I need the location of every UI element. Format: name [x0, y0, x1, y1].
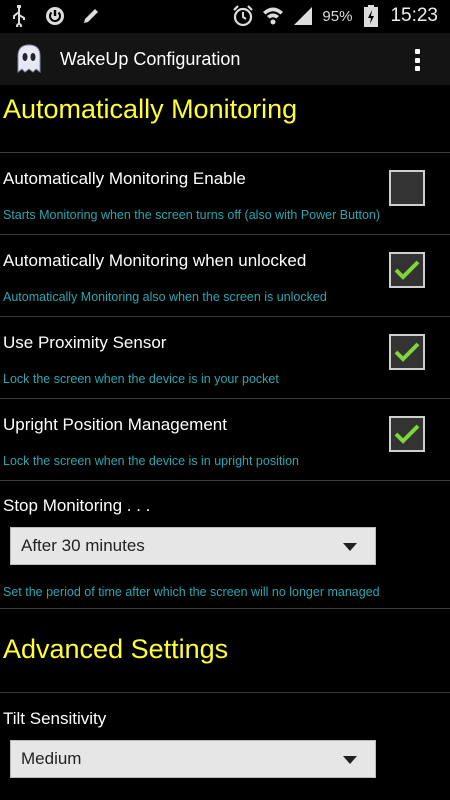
section-title-auto-monitoring: Automatically Monitoring: [3, 94, 298, 124]
check-icon: [394, 342, 420, 362]
checkbox-upright-position-management[interactable]: [389, 416, 425, 452]
dropdown-arrow-icon: [343, 756, 357, 764]
alarm-icon: [232, 4, 254, 28]
ghost-icon: [17, 44, 41, 73]
pref-summary: Lock the screen when the device is in up…: [3, 454, 300, 468]
dropdown-value: Medium: [21, 749, 82, 768]
tilt-sensitivity-dropdown[interactable]: Medium: [10, 740, 376, 778]
battery-charging-icon: [360, 4, 382, 28]
checkbox-auto-monitoring-enable[interactable]: [389, 170, 425, 206]
power-icon: [44, 4, 66, 28]
usb-icon: [8, 4, 30, 28]
pref-title: Automatically Monitoring Enable: [3, 169, 246, 188]
pencil-icon: [80, 4, 102, 28]
dropdown-value: After 30 minutes: [21, 536, 145, 555]
pref-stop-monitoring: Stop Monitoring . . . After 30 minutes S…: [0, 481, 450, 608]
pref-summary: Lock the screen when the device is in yo…: [3, 372, 279, 386]
pref-title: Stop Monitoring . . .: [3, 496, 151, 515]
pref-title: Tilt Sensitivity: [3, 709, 107, 728]
overflow-menu-icon[interactable]: [414, 49, 420, 71]
pref-auto-monitoring-enable[interactable]: Automatically Monitoring Enable Starts M…: [0, 153, 450, 234]
check-icon: [394, 424, 420, 444]
action-bar: WakeUp Configuration: [0, 33, 450, 85]
pref-title: Automatically Monitoring when unlocked: [3, 251, 307, 270]
pref-summary: Set the period of time after which the s…: [3, 585, 380, 599]
pref-title: Use Proximity Sensor: [3, 333, 167, 352]
pref-monitoring-when-unlocked[interactable]: Automatically Monitoring when unlocked A…: [0, 235, 450, 316]
pref-summary: Starts Monitoring when the screen turns …: [3, 208, 381, 222]
section-title-advanced-settings: Advanced Settings: [3, 634, 229, 664]
stop-monitoring-dropdown[interactable]: After 30 minutes: [10, 527, 376, 565]
divider: [0, 608, 450, 609]
signal-icon: [292, 4, 314, 28]
check-icon: [394, 260, 420, 280]
pref-upright-position-management[interactable]: Upright Position Management Lock the scr…: [0, 399, 450, 480]
checkbox-monitoring-when-unlocked[interactable]: [389, 252, 425, 288]
app-title: WakeUp Configuration: [60, 48, 241, 69]
pref-use-proximity-sensor[interactable]: Use Proximity Sensor Lock the screen whe…: [0, 317, 450, 398]
checkbox-use-proximity-sensor[interactable]: [389, 334, 425, 370]
status-bar: 95% 15:23: [0, 0, 450, 33]
dropdown-arrow-icon: [343, 543, 357, 551]
pref-title: Upright Position Management: [3, 415, 227, 434]
battery-percent: 95%: [322, 7, 353, 25]
clock: 15:23: [390, 5, 438, 26]
wifi-icon: [262, 4, 284, 28]
pref-tilt-sensitivity: Tilt Sensitivity Medium: [0, 693, 450, 800]
pref-summary: Automatically Monitoring also when the s…: [3, 290, 327, 304]
